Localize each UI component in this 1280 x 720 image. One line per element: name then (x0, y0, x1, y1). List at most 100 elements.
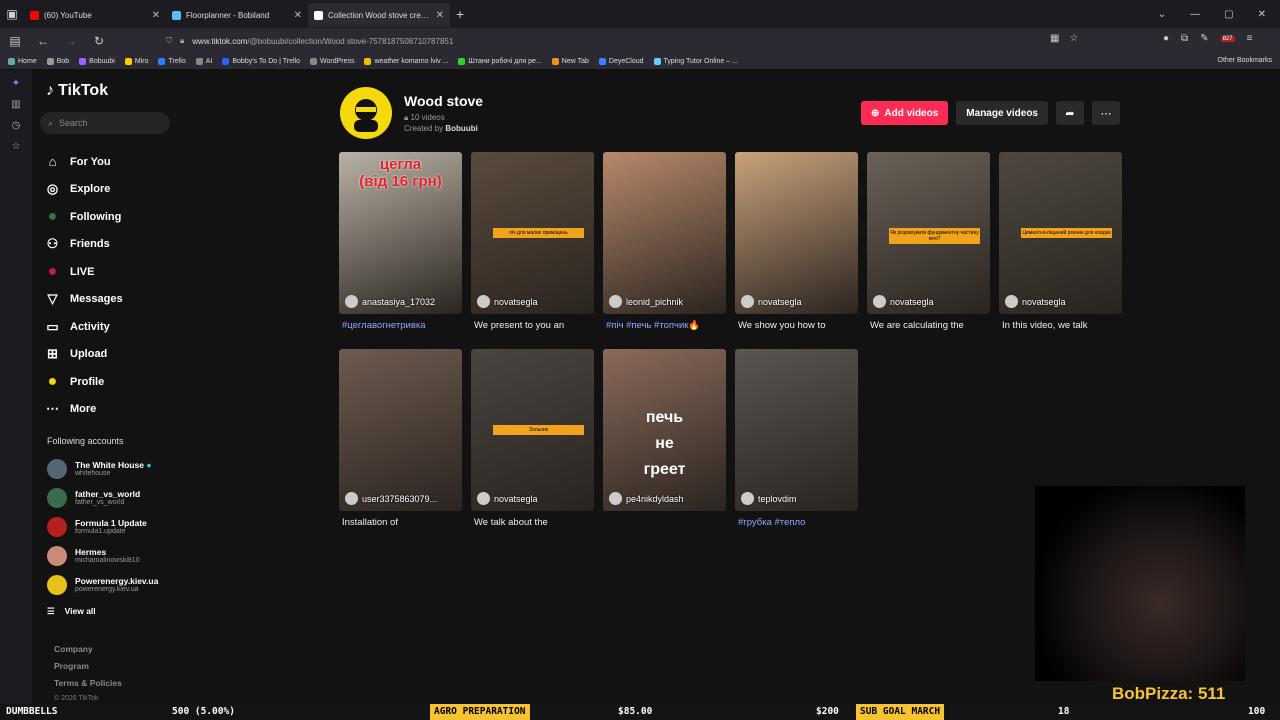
video-thumbnail[interactable]: teplovdim (735, 349, 858, 511)
video-thumbnail[interactable]: novatsegla (735, 152, 858, 314)
reader-view-icon[interactable]: ▦ (1050, 33, 1059, 44)
nav-item-friends[interactable]: ⚇ Friends (44, 231, 123, 259)
video-thumbnail[interactable]: user3375863079... (339, 349, 462, 511)
video-card[interactable]: печь не греет pe4nikdyldash (603, 349, 726, 517)
manage-videos-button[interactable]: Manage videos (956, 101, 1048, 125)
new-tab-button[interactable]: + (456, 6, 464, 22)
footer-link[interactable]: Program (54, 661, 122, 678)
other-bookmarks[interactable]: Other Bookmarks (1218, 57, 1272, 64)
extension-icon[interactable]: ✎ (1200, 33, 1208, 44)
video-card[interactable]: novatsegla We show you how to (735, 152, 858, 331)
video-author[interactable]: novatsegla (1005, 295, 1066, 308)
video-card[interactable]: leonid_pichnik #піч #печь #топчик🔥 (603, 152, 726, 331)
nav-item-activity[interactable]: ▭ Activity (44, 313, 123, 341)
close-tab-icon[interactable]: ✕ (294, 10, 302, 21)
bookmark-item[interactable]: Home (8, 58, 37, 65)
following-account[interactable]: Powerenergy.kiev.ua powerenergy.kiev.ua (47, 570, 158, 599)
ai-sparkle-icon[interactable]: ✦ (12, 78, 20, 89)
close-tab-icon[interactable]: ✕ (152, 10, 160, 21)
reload-button[interactable]: ↻ (90, 34, 108, 48)
bookmark-item[interactable]: Bobuubi (79, 58, 115, 65)
lock-icon[interactable]: 🔒︎ (180, 36, 184, 46)
close-window-button[interactable]: ✕ (1258, 9, 1266, 20)
close-tab-icon[interactable]: ✕ (436, 10, 444, 21)
video-author[interactable]: leonid_pichnik (609, 295, 683, 308)
video-description[interactable]: We talk about the (471, 517, 594, 528)
video-description[interactable]: #цеглавогнетривка (339, 320, 462, 331)
nav-item-messages[interactable]: ▽ Messages (44, 286, 123, 314)
synced-tabs-icon[interactable]: ▥ (11, 99, 20, 110)
video-description[interactable]: Installation of (339, 517, 462, 528)
bookmark-item[interactable]: DeyeCloud (598, 58, 644, 65)
video-thumbnail[interactable]: Цементно-піщаний розчин для кладки novats… (999, 152, 1122, 314)
nav-item-profile[interactable]: ● Profile (44, 368, 123, 396)
bookmark-item[interactable]: Bobby's To Do | Trello (222, 58, 300, 65)
video-author[interactable]: novatsegla (741, 295, 802, 308)
bookmark-item[interactable]: weather komarno lviv ... (364, 58, 448, 65)
following-account[interactable]: Formula 1 Update formula1.update (47, 512, 158, 541)
bookmark-item[interactable]: Trello (158, 58, 186, 65)
bookmarks-icon[interactable]: ☆ (12, 141, 21, 152)
menu-icon[interactable]: ≡ (1247, 33, 1253, 44)
browser-tab[interactable]: Floorplanner - Bobiland ✕ (166, 3, 308, 27)
bookmark-item[interactable]: Штани робочі для ре... (458, 58, 542, 65)
bookmark-item[interactable]: Typing Tutor Online – ... (653, 58, 738, 65)
video-card[interactable]: Зольник novatsegla We talk about the (471, 349, 594, 528)
share-button[interactable]: ➦ (1056, 101, 1084, 125)
video-author[interactable]: pe4nikdyldash (609, 492, 684, 505)
footer-link[interactable]: Company (54, 644, 122, 661)
account-icon[interactable]: ● (1163, 33, 1169, 44)
video-description[interactable]: We are calculating the (867, 320, 990, 331)
browser-tab[interactable]: (60) YouTube ✕ (24, 3, 166, 27)
video-thumbnail[interactable]: печь не греет pe4nikdyldash (603, 349, 726, 511)
video-description[interactable]: We show you how to (735, 320, 858, 331)
video-thumbnail[interactable]: leonid_pichnik (603, 152, 726, 314)
forward-button[interactable]: → (62, 34, 80, 48)
creator-link[interactable]: Bobuubi (445, 124, 477, 133)
bookmark-item[interactable]: WordPress (309, 58, 354, 65)
footer-link[interactable]: Terms & Policies (54, 678, 122, 695)
video-author[interactable]: user3375863079... (345, 492, 437, 505)
sidebar-toggle-icon[interactable]: ▤ (6, 34, 24, 48)
bookmark-item[interactable]: Bob (46, 58, 69, 65)
bookmark-star-icon[interactable]: ☆ (1069, 33, 1078, 44)
nav-item-upload[interactable]: ⊞ Upload (44, 341, 123, 369)
video-thumbnail[interactable]: піч для малих приміщень novatsegla (471, 152, 594, 314)
extensions-icon[interactable]: ⧉ (1181, 33, 1188, 44)
video-description[interactable]: We present to you an (471, 320, 594, 331)
video-card[interactable]: Як розрахувати фундаментну частину печі?… (867, 152, 990, 331)
video-author[interactable]: anastasiya_17032 (345, 295, 435, 308)
address-bar[interactable]: ⛉ 🔒︎ www.tiktok.com/@bobuubi/collection/… (166, 32, 1090, 50)
maximize-button[interactable]: ▢ (1224, 9, 1233, 20)
video-thumbnail[interactable]: Як розрахувати фундаментну частину печі?… (867, 152, 990, 314)
nav-item-live[interactable]: ● LIVE (44, 258, 123, 286)
video-author[interactable]: novatsegla (477, 492, 538, 505)
video-author[interactable]: novatsegla (873, 295, 934, 308)
video-description[interactable]: #піч #печь #топчик🔥 (603, 320, 726, 331)
tiktok-logo[interactable]: ♪ TikTok (46, 82, 108, 100)
url-text[interactable]: www.tiktok.com/@bobuubi/collection/Wood … (192, 37, 453, 46)
history-icon[interactable]: ◷ (12, 120, 21, 131)
video-card[interactable]: user3375863079... Installation of (339, 349, 462, 528)
nav-item-following[interactable]: ● Following (44, 203, 123, 231)
video-thumbnail[interactable]: Зольник novatsegla (471, 349, 594, 511)
minimize-button[interactable]: — (1190, 9, 1200, 20)
video-card[interactable]: teplovdim #грубка #тепло (735, 349, 858, 528)
bookmark-item[interactable]: AI (195, 58, 212, 65)
bookmark-item[interactable]: Miro (124, 58, 148, 65)
shield-icon[interactable]: ⛉ (166, 36, 172, 46)
more-options-button[interactable]: ⋯ (1092, 101, 1120, 125)
bookmark-item[interactable]: New Tab (551, 58, 589, 65)
extension-badge[interactable]: 827 (1220, 35, 1235, 42)
video-card[interactable]: піч для малих приміщень novatsegla We pres… (471, 152, 594, 331)
video-description[interactable]: In this video, we talk (999, 320, 1122, 331)
video-author[interactable]: teplovdim (741, 492, 797, 505)
following-account[interactable]: father_vs_world father_vs_world (47, 483, 158, 512)
browser-tab[interactable]: Collection Wood stove created ✕ (308, 3, 450, 27)
video-thumbnail[interactable]: цегла (від 16 грн) anastasiya_17032 (339, 152, 462, 314)
video-author[interactable]: novatsegla (477, 295, 538, 308)
nav-item-for-you[interactable]: ⌂ For You (44, 148, 123, 176)
chevron-down-icon[interactable]: ⌄ (1158, 9, 1166, 20)
video-card[interactable]: цегла (від 16 грн) anastasiya_17032 #цегла… (339, 152, 462, 331)
following-account[interactable]: The White House ● whitehouse (47, 454, 158, 483)
